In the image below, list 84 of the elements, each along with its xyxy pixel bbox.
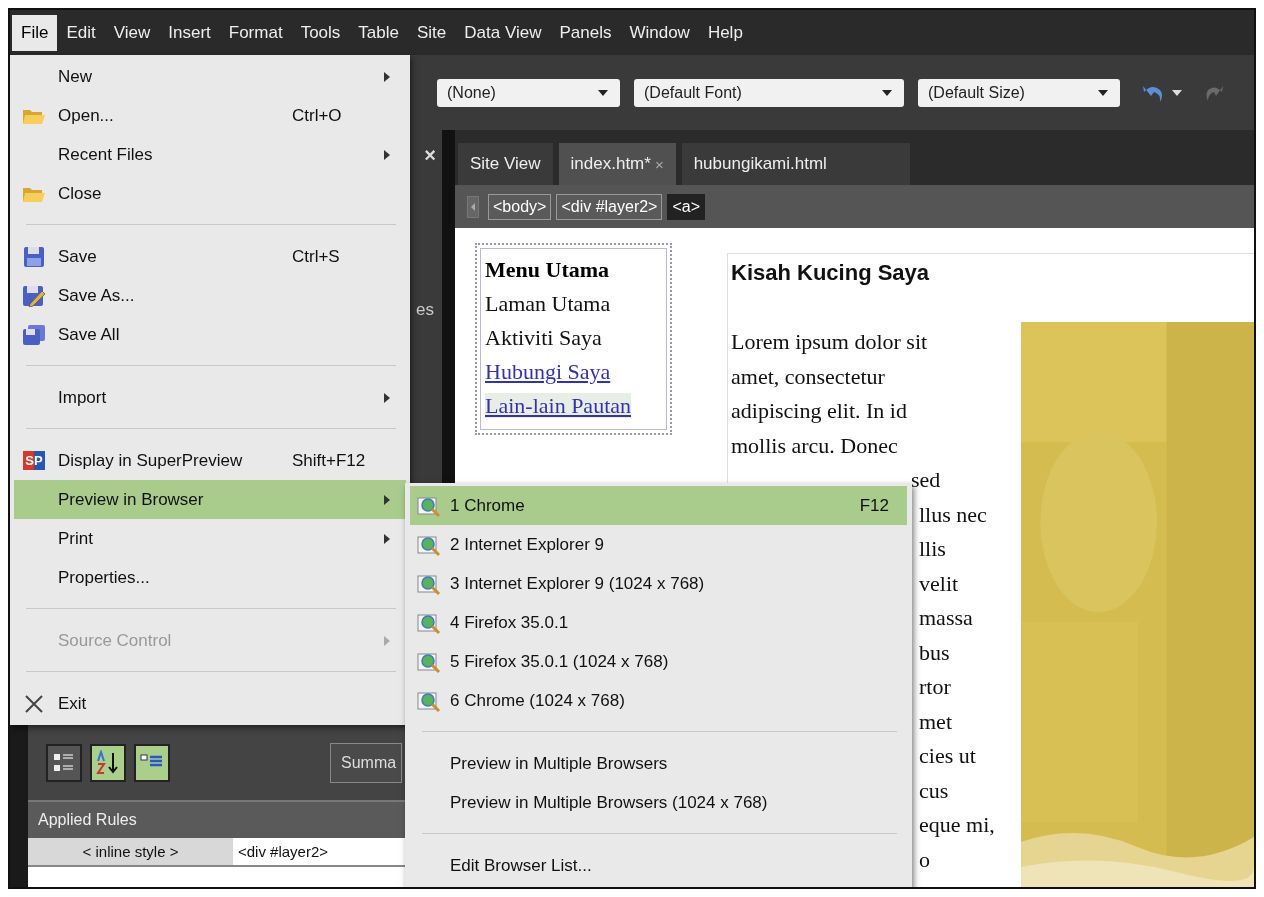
summary-button[interactable]: Summa bbox=[330, 742, 402, 783]
stacked-floppy-icon bbox=[22, 323, 46, 346]
menu-item[interactable]: 6 Chrome (1024 x 768) bbox=[410, 681, 907, 720]
paragraph-text: velit bbox=[919, 570, 959, 596]
paragraph-text: rtor bbox=[919, 674, 951, 699]
breadcrumb-tag[interactable]: <body> bbox=[488, 193, 552, 220]
table-cell[interactable]: < inline style > bbox=[28, 838, 233, 865]
paragraph-text: o bbox=[919, 846, 930, 872]
close-button[interactable]: × bbox=[424, 143, 436, 167]
menu-text: Aktiviti Saya bbox=[485, 325, 602, 350]
submenu-arrow-icon bbox=[384, 533, 390, 544]
menu-item[interactable]: 2 Internet Explorer 9 bbox=[410, 525, 907, 564]
menu-item[interactable]: Import bbox=[14, 378, 406, 417]
menu-link[interactable]: Lain-lain Pautan bbox=[485, 393, 631, 418]
menu-item[interactable]: 4 Firefox 35.0.1 bbox=[410, 603, 907, 642]
paragraph-text: amet, consectetur bbox=[731, 363, 885, 389]
submenu-arrow-icon bbox=[384, 494, 390, 505]
menu-bar-item[interactable]: Format bbox=[219, 14, 292, 51]
paragraph-text: cus bbox=[919, 777, 949, 803]
menu-item[interactable]: 5 Firefox 35.0.1 (1024 x 768) bbox=[410, 642, 907, 681]
menu-item[interactable]: Recent Files bbox=[14, 135, 406, 174]
menu-item[interactable]: Exit bbox=[14, 684, 406, 723]
menu-bar-item[interactable]: Window bbox=[620, 14, 699, 51]
view-toggle-button[interactable] bbox=[134, 743, 170, 782]
caret-icon bbox=[598, 89, 608, 96]
submenu-arrow-icon bbox=[384, 71, 390, 82]
menu-bar-item[interactable]: Panels bbox=[550, 14, 621, 51]
submenu-arrow-icon bbox=[384, 635, 390, 646]
close-icon bbox=[24, 693, 44, 714]
dropdown[interactable]: (Default Font) bbox=[634, 78, 904, 107]
article-heading: Kisah Kucing Saya bbox=[731, 259, 931, 287]
menu-bar-item[interactable]: File bbox=[12, 14, 58, 51]
paragraph-text: eque mi, bbox=[919, 812, 995, 837]
paragraph-text: llis bbox=[919, 536, 946, 561]
caret-icon bbox=[1098, 89, 1108, 96]
menu-bar-item[interactable]: View bbox=[104, 14, 160, 51]
paragraph-text: met bbox=[919, 708, 952, 734]
paragraph-text: cies ut bbox=[919, 743, 976, 768]
menu-item[interactable]: Close bbox=[14, 174, 406, 213]
menu-item[interactable]: Save Ctrl+S bbox=[14, 237, 406, 276]
paragraph-text: llus nec bbox=[919, 501, 987, 527]
menu-bar-item[interactable]: Site bbox=[407, 14, 456, 51]
paragraph-text: adipiscing elit. In id bbox=[731, 398, 907, 423]
submenu-arrow-icon bbox=[384, 149, 390, 160]
menu-item[interactable]: Preview in Browser bbox=[14, 480, 406, 519]
menu-item[interactable]: Preview in Multiple Browsers bbox=[410, 744, 907, 783]
paragraph-text: sed bbox=[911, 467, 941, 492]
paragraph-text: Lorem ipsum dolor sit bbox=[731, 329, 928, 354]
menu-item[interactable]: 3 Internet Explorer 9 (1024 x 768) bbox=[410, 564, 907, 603]
submenu-arrow-icon bbox=[384, 392, 390, 403]
view-toggle-button[interactable] bbox=[90, 743, 126, 782]
tab[interactable]: Site View bbox=[458, 143, 553, 185]
menu-link[interactable]: Hubungi Saya bbox=[485, 359, 611, 384]
paragraph-text: massa bbox=[919, 605, 973, 630]
view-toggle-button[interactable] bbox=[46, 743, 82, 782]
breadcrumb-tag[interactable]: <div #layer2> bbox=[556, 193, 663, 220]
menu-bar-item[interactable]: Edit bbox=[57, 14, 105, 51]
paragraph-text: mollis arcu. Donec bbox=[731, 432, 898, 458]
caret-icon[interactable] bbox=[1172, 89, 1182, 96]
dropdown[interactable]: (Default Size) bbox=[918, 78, 1120, 107]
menu-bar-item[interactable]: Insert bbox=[159, 14, 220, 51]
menu-bar-item[interactable]: Data View bbox=[455, 14, 551, 51]
sort-icon bbox=[95, 749, 121, 776]
menu-item[interactable]: Print bbox=[14, 519, 406, 558]
menu-item[interactable]: Open... Ctrl+O bbox=[14, 96, 406, 135]
scroll-left-icon[interactable] bbox=[467, 195, 479, 218]
breadcrumb-tag[interactable]: <a> bbox=[667, 193, 706, 220]
menu-item[interactable]: Save All bbox=[14, 315, 406, 354]
caret-icon bbox=[882, 89, 892, 96]
menu-text: Laman Utama bbox=[485, 291, 611, 316]
menu-item[interactable]: Save As... bbox=[14, 276, 406, 315]
menu-bar-item[interactable]: Tools bbox=[291, 14, 350, 51]
menu-item[interactable]: Properties... bbox=[14, 558, 406, 597]
dropdown[interactable]: (None) bbox=[437, 78, 620, 107]
menu-title: Menu Utama bbox=[485, 256, 611, 284]
menu-bar-item[interactable]: Help bbox=[698, 14, 752, 51]
panel-tab[interactable]: es bbox=[416, 300, 434, 320]
menu-item[interactable]: 1 Chrome F12 bbox=[410, 486, 907, 525]
paragraph-text: bus bbox=[919, 639, 950, 665]
menu-bar-item[interactable]: Table bbox=[349, 14, 408, 51]
floppy-pencil-icon bbox=[22, 284, 46, 307]
tab[interactable]: hubungikami.html bbox=[681, 143, 910, 185]
menu-item[interactable]: New bbox=[14, 57, 406, 96]
tab[interactable]: index.htm* × bbox=[558, 143, 676, 185]
